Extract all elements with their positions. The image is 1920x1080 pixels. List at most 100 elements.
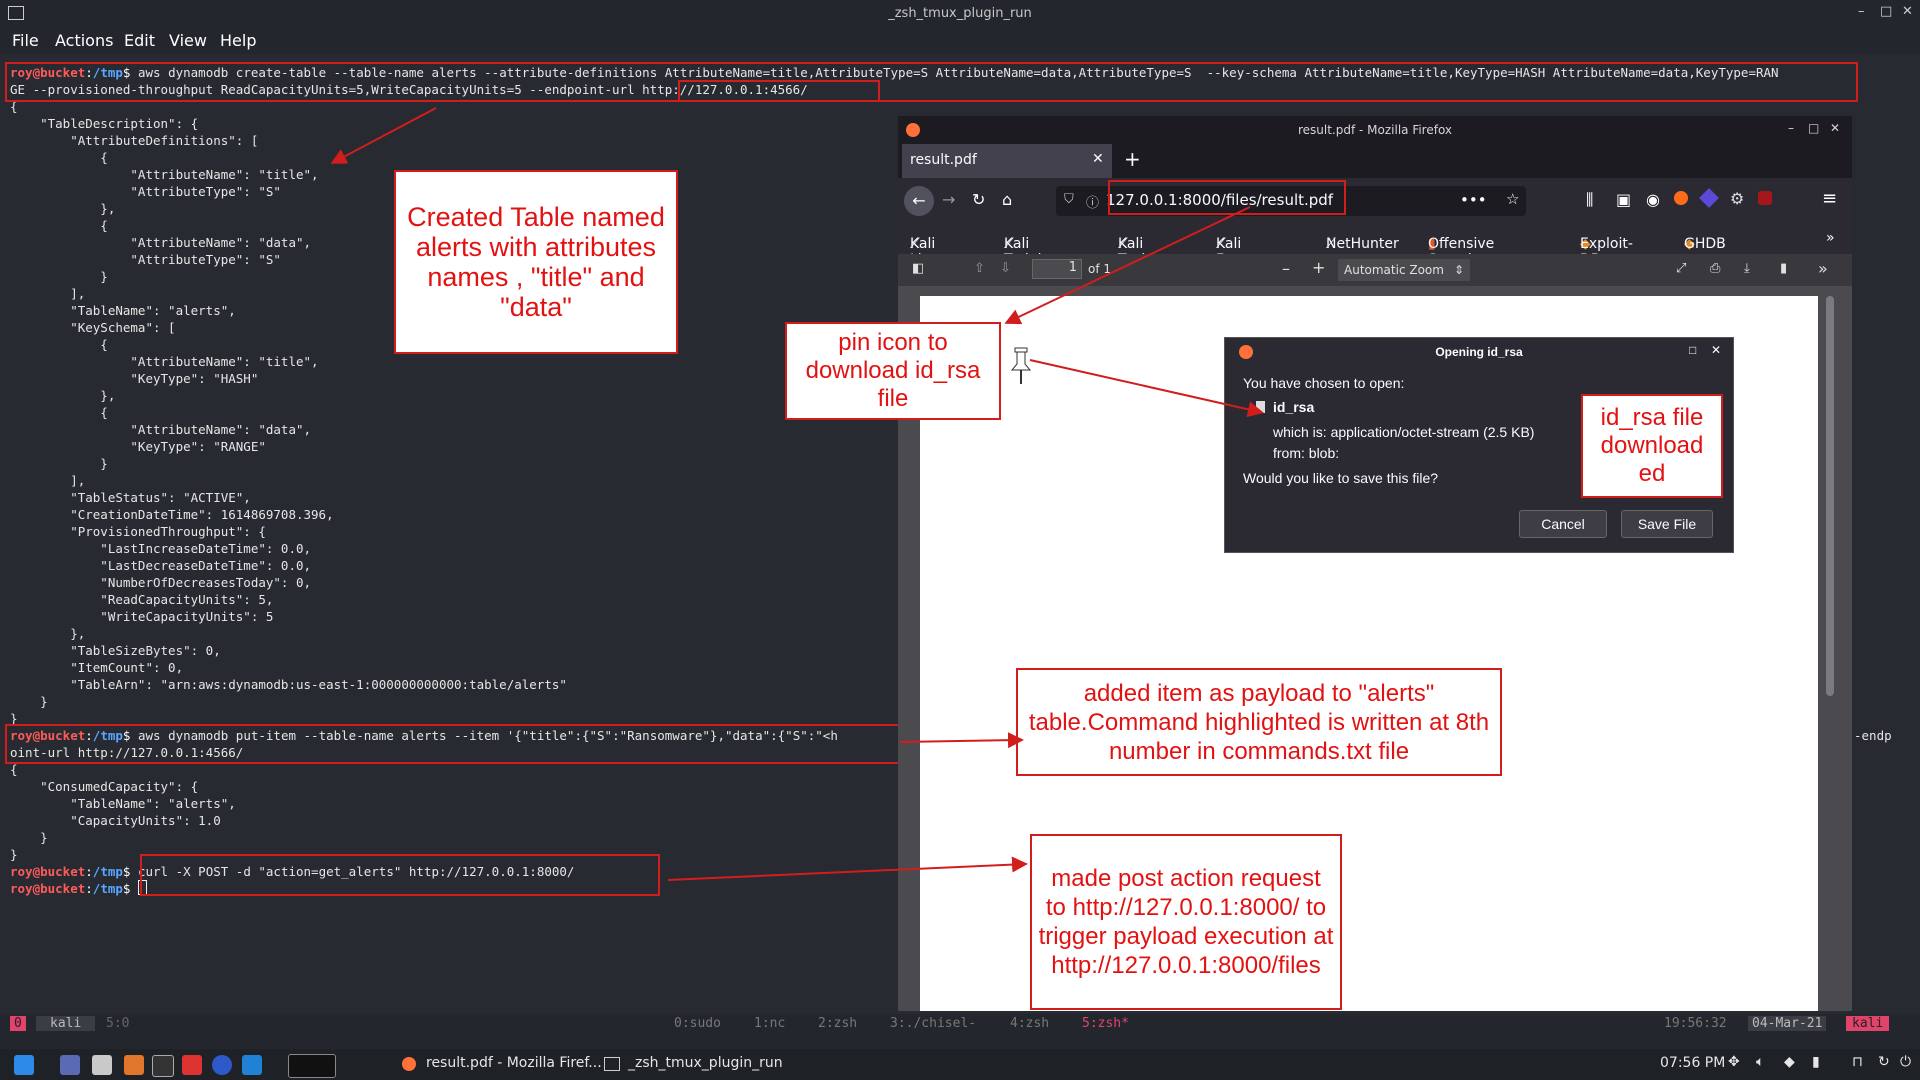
ff-minimize-icon[interactable]: – bbox=[1788, 121, 1794, 135]
battery-icon[interactable]: ▮ bbox=[1812, 1054, 1820, 1070]
dialog-filename: id_rsa bbox=[1273, 399, 1315, 415]
menu-edit[interactable]: Edit bbox=[124, 31, 155, 50]
file-manager-icon[interactable] bbox=[92, 1055, 112, 1075]
annotation-created-table: Created Table named alerts with attribut… bbox=[394, 170, 678, 354]
terminal-line-prompt: roy@bucket:/tmp$ bbox=[10, 880, 147, 897]
extension-fox-icon[interactable] bbox=[1674, 191, 1688, 205]
save-file-button[interactable]: Save File bbox=[1621, 510, 1713, 538]
metasploit-icon[interactable] bbox=[182, 1055, 202, 1075]
refresh-icon[interactable]: ↻ bbox=[1878, 1054, 1890, 1070]
hamburger-menu-icon[interactable]: ≡ bbox=[1822, 188, 1837, 209]
bookmarks-overflow-icon[interactable]: » bbox=[1826, 230, 1835, 246]
pdf-sidebar-toggle-icon[interactable]: ◧ bbox=[912, 261, 924, 276]
shield-icon: ⛉ bbox=[1064, 192, 1074, 207]
show-desktop-icon[interactable] bbox=[60, 1055, 80, 1075]
burpsuite-icon[interactable] bbox=[124, 1055, 144, 1075]
library-icon[interactable]: ⫼ bbox=[1586, 190, 1593, 210]
firefox-window-title: result.pdf - Mozilla Firefox bbox=[1297, 123, 1453, 137]
volume-icon[interactable]: 🔈︎ bbox=[1756, 1054, 1764, 1070]
new-tab-icon[interactable]: + bbox=[1124, 147, 1141, 171]
pdf-bookmark-icon[interactable]: ▮ bbox=[1780, 261, 1787, 276]
dropbox-icon[interactable]: ✥ bbox=[1728, 1054, 1740, 1070]
vscode-icon[interactable] bbox=[242, 1055, 262, 1075]
reload-icon[interactable]: ↻ bbox=[972, 190, 985, 209]
minimize-icon[interactable]: – bbox=[1858, 4, 1865, 19]
tmux-window-0[interactable]: 0:sudo bbox=[674, 1016, 721, 1031]
tmux-host-right: kali bbox=[1846, 1016, 1890, 1031]
bookmark-star-icon[interactable]: ☆ bbox=[1506, 190, 1519, 208]
select-arrows-icon: ⇕ bbox=[1453, 263, 1464, 277]
pdf-scrollbar[interactable] bbox=[1826, 296, 1834, 696]
terminal-line-cmd2-tail: -endp bbox=[1854, 728, 1892, 743]
tab-result-pdf[interactable]: result.pdf ✕ bbox=[902, 144, 1112, 178]
close-icon[interactable]: ✕ bbox=[1902, 4, 1913, 19]
power-icon[interactable]: ⏻ bbox=[1900, 1054, 1911, 1070]
maximize-icon[interactable]: □ bbox=[1880, 4, 1892, 19]
back-icon[interactable]: ← bbox=[904, 186, 934, 216]
terminal-output-put-item: { "ConsumedCapacity": { "TableName": "al… bbox=[10, 762, 236, 862]
home-icon[interactable]: ⌂ bbox=[1002, 190, 1012, 209]
pdf-page-number-input[interactable]: 1 bbox=[1032, 259, 1082, 279]
highlight-cmd2 bbox=[5, 724, 900, 764]
notifications-icon[interactable]: ◆ bbox=[1784, 1054, 1795, 1070]
tmux-pane: 5:0 bbox=[106, 1016, 130, 1031]
pdf-print-icon[interactable]: ⎙ bbox=[1710, 261, 1720, 276]
extension-gear-icon[interactable]: ⚙ bbox=[1730, 189, 1744, 208]
firefox-task-icon bbox=[402, 1057, 416, 1071]
menu-help[interactable]: Help bbox=[220, 31, 256, 50]
pdf-zoom-out-icon[interactable]: – bbox=[1282, 259, 1290, 278]
kali-menu-icon[interactable] bbox=[14, 1055, 34, 1075]
annotation-added-item: added item as payload to "alerts" table.… bbox=[1016, 668, 1502, 776]
pdf-presentation-icon[interactable]: ⤢ bbox=[1676, 261, 1686, 276]
bookmarks-toolbar: ⟋ Kali Linux ⟋ Kali Training ⟋ Kali Tool… bbox=[898, 224, 1852, 268]
terminal-icon[interactable] bbox=[152, 1055, 174, 1077]
task-firefox[interactable]: result.pdf - Mozilla Firef... bbox=[426, 1055, 602, 1071]
dialog-maximize-icon[interactable]: □ bbox=[1689, 343, 1696, 357]
sidebar-icon[interactable]: ▣ bbox=[1616, 190, 1631, 209]
forward-icon[interactable]: → bbox=[942, 190, 955, 209]
highlight-url bbox=[1108, 180, 1346, 215]
pdf-next-page-icon[interactable]: ⇩ bbox=[1000, 261, 1011, 276]
menu-actions[interactable]: Actions bbox=[55, 31, 113, 50]
pdf-page-count: of 1 bbox=[1088, 262, 1112, 276]
terminal-task-icon bbox=[604, 1057, 620, 1071]
tab-close-icon[interactable]: ✕ bbox=[1092, 151, 1104, 167]
window-titlebar: _zsh_tmux_plugin_run – □ ✕ bbox=[0, 0, 1920, 28]
task-terminal[interactable]: _zsh_tmux_plugin_run bbox=[628, 1055, 783, 1071]
dialog-filetype: which is: application/octet-stream (2.5 … bbox=[1273, 424, 1535, 440]
window-title: _zsh_tmux_plugin_run bbox=[888, 6, 1032, 21]
firefox-titlebar: result.pdf - Mozilla Firefox – □ ✕ bbox=[898, 116, 1852, 144]
workspace-switcher-icon[interactable] bbox=[288, 1054, 336, 1078]
dialog-close-icon[interactable]: ✕ bbox=[1711, 343, 1721, 357]
dialog-intro: You have chosen to open: bbox=[1243, 375, 1405, 391]
menu-file[interactable]: File bbox=[12, 31, 39, 50]
tmux-window-4[interactable]: 4:zsh bbox=[1010, 1016, 1049, 1031]
pdf-prev-page-icon[interactable]: ⇧ bbox=[974, 261, 985, 276]
account-icon[interactable]: ◉ bbox=[1646, 190, 1660, 209]
tmux-time: 19:56:32 bbox=[1664, 1016, 1727, 1031]
browser-icon[interactable] bbox=[212, 1055, 232, 1075]
tmux-window-1[interactable]: 1:nc bbox=[754, 1016, 785, 1031]
ff-maximize-icon[interactable]: □ bbox=[1808, 121, 1819, 135]
tmux-date: 04-Mar-21 bbox=[1748, 1016, 1827, 1031]
pdf-tools-icon[interactable]: » bbox=[1818, 259, 1828, 278]
page-actions-icon[interactable]: ••• bbox=[1460, 191, 1487, 209]
dialog-question: Would you like to save this file? bbox=[1243, 470, 1439, 486]
pdf-save-icon[interactable]: ⤓ bbox=[1744, 261, 1750, 276]
pushpin-attachment-icon[interactable] bbox=[1008, 346, 1034, 386]
dialog-source: from: blob: bbox=[1273, 445, 1340, 461]
taskbar-clock[interactable]: 07:56 PM bbox=[1660, 1055, 1725, 1071]
ublock-icon[interactable] bbox=[1758, 191, 1772, 205]
tmux-window-3[interactable]: 3:./chisel- bbox=[890, 1016, 976, 1031]
dialog-title: Opening id_rsa bbox=[1435, 345, 1523, 359]
lock-icon[interactable]: ⊓ bbox=[1852, 1054, 1863, 1070]
pdf-zoom-select[interactable]: Automatic Zoom ⇕ bbox=[1338, 259, 1470, 281]
cancel-button[interactable]: Cancel bbox=[1519, 510, 1607, 538]
pdf-zoom-in-icon[interactable]: + bbox=[1312, 258, 1325, 277]
tmux-window-2[interactable]: 2:zsh bbox=[818, 1016, 857, 1031]
ff-close-icon[interactable]: ✕ bbox=[1830, 121, 1840, 135]
taskbar: result.pdf - Mozilla Firef... _zsh_tmux_… bbox=[0, 1049, 1920, 1080]
tmux-window-5[interactable]: 5:zsh* bbox=[1082, 1016, 1129, 1031]
extension-purple-icon[interactable] bbox=[1699, 188, 1719, 208]
menu-view[interactable]: View bbox=[169, 31, 207, 50]
